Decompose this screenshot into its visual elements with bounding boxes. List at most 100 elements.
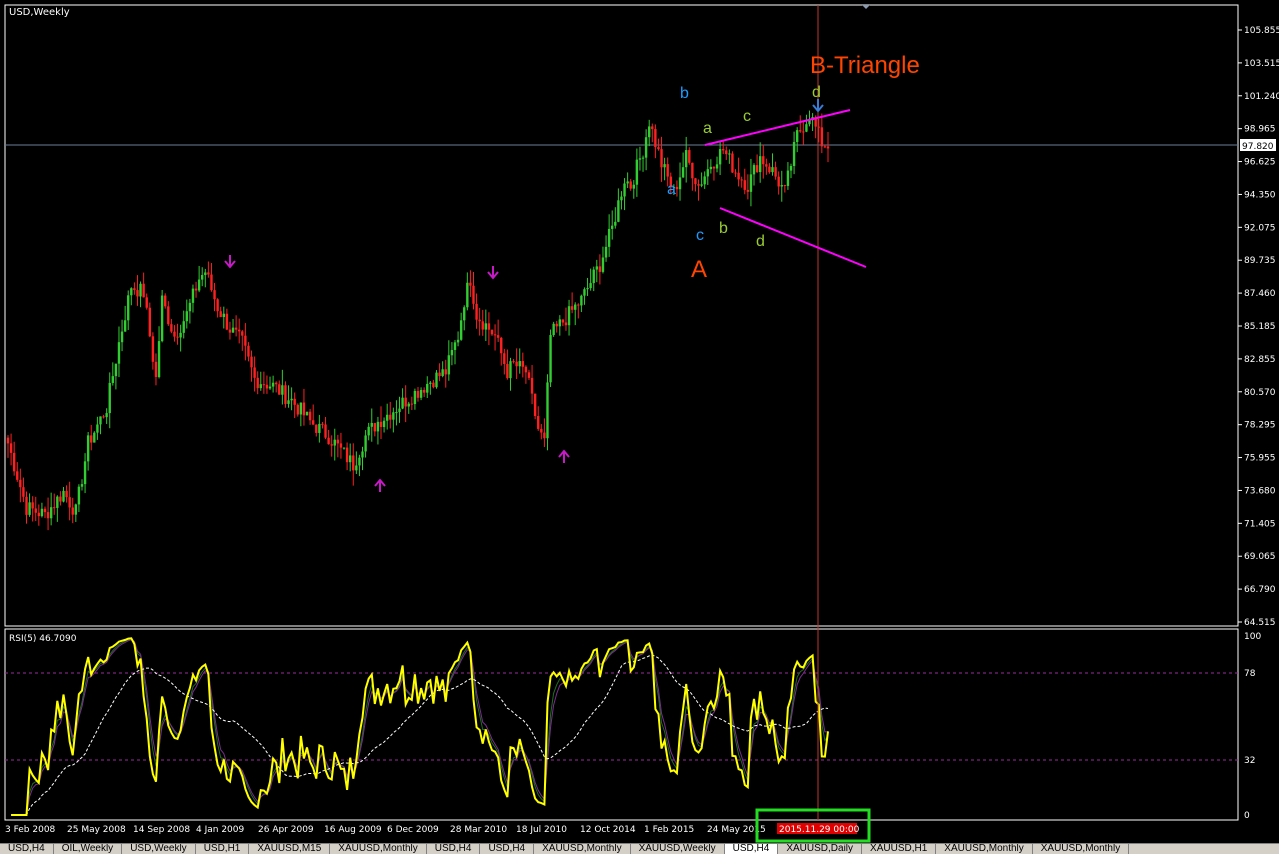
candle-body [281, 385, 284, 395]
candle-body [583, 289, 586, 296]
candle-body [80, 484, 84, 487]
candle-body [805, 124, 808, 132]
candle-body [549, 335, 552, 383]
candle-body [234, 327, 238, 330]
candle-body [367, 426, 370, 436]
candle-body [574, 304, 577, 310]
candle-body [426, 383, 429, 393]
candle-body [182, 321, 185, 333]
chart-background [0, 0, 1279, 853]
rsi-tick-label: 0 [1244, 811, 1250, 821]
candle-body [74, 504, 78, 515]
candle-body [12, 452, 16, 472]
candle-body [361, 451, 364, 458]
candle-body [743, 180, 746, 190]
candle-body [684, 150, 688, 168]
price-tick-label: 89.735 [1244, 256, 1276, 266]
candle-body [231, 327, 235, 333]
candle-body [537, 416, 540, 429]
candle-body [188, 302, 192, 312]
candle-body [305, 411, 309, 416]
candle-body [191, 288, 195, 303]
candle-body [111, 376, 115, 383]
candle-body [355, 465, 358, 471]
candle-body [478, 319, 481, 322]
candle-body [691, 162, 694, 179]
candle-body [441, 369, 444, 377]
candle-body [706, 169, 709, 177]
candle-body [83, 461, 87, 485]
wave-label: a [703, 120, 712, 137]
rsi-tick-label: 32 [1244, 756, 1255, 766]
candle-body [43, 508, 47, 513]
candle-body [493, 334, 497, 336]
candle-body [463, 307, 466, 321]
rsi-tick-label: 78 [1244, 669, 1256, 679]
candle-body [145, 297, 148, 308]
candle-body [321, 423, 324, 425]
candle-body [167, 306, 170, 325]
candle-body [185, 311, 188, 322]
candle-body [278, 384, 281, 395]
candle-body [740, 179, 743, 181]
candle-body [540, 428, 543, 433]
candle-body [71, 507, 74, 515]
candle-body [614, 221, 617, 226]
candle-body [284, 385, 287, 404]
candle-body [204, 272, 207, 276]
candle-body [595, 266, 598, 270]
candle-body [503, 353, 506, 365]
candle-body [450, 349, 454, 356]
candle-body [678, 177, 682, 190]
candle-body [401, 397, 404, 409]
candle-body [490, 329, 494, 335]
price-tick-label: 96.625 [1244, 158, 1276, 168]
candle-body [435, 372, 438, 388]
candle-body [31, 502, 34, 509]
candle-body [207, 272, 210, 275]
candle-body [268, 386, 272, 389]
candle-body [419, 389, 423, 398]
candle-body [718, 149, 722, 165]
candle-body [721, 149, 725, 151]
price-tick-label: 85.185 [1244, 322, 1276, 332]
candle-body [296, 404, 299, 415]
time-tick-label: 3 Feb 2008 [5, 825, 56, 835]
triangle-title: B-Triangle [810, 52, 920, 79]
candle-body [580, 295, 583, 306]
candle-body [709, 166, 713, 170]
candle-body [466, 282, 469, 308]
candle-body [139, 283, 142, 297]
candle-body [765, 164, 768, 167]
candle-body [604, 246, 608, 258]
candle-body [444, 369, 447, 375]
candle-body [265, 384, 269, 389]
candle-body [789, 165, 793, 171]
candle-body [99, 416, 102, 425]
candle-body [345, 447, 349, 463]
candle-body [762, 156, 765, 165]
candle-body [271, 382, 275, 387]
candle-body [681, 167, 685, 178]
candle-body [179, 332, 182, 338]
candle-body [500, 337, 503, 354]
candle-body [802, 131, 805, 133]
candle-body [333, 439, 336, 446]
candle-body [456, 339, 460, 343]
candle-body [422, 389, 426, 393]
candle-body [77, 486, 81, 505]
candle-body [339, 443, 343, 448]
candle-body [469, 282, 472, 286]
candle-body [259, 384, 262, 389]
candle-body [598, 266, 602, 272]
candle-body [660, 149, 663, 168]
candle-body [395, 412, 398, 414]
time-tick-label: 18 Jul 2010 [516, 825, 567, 835]
candle-body [154, 361, 158, 378]
candle-body [715, 164, 719, 169]
time-tick-label: 26 Apr 2009 [258, 825, 314, 835]
candle-body [459, 320, 463, 340]
candle-body [173, 331, 176, 337]
price-chart[interactable]: USD,Weekly RSI(5) 46.7090 105.855 103.515… [0, 0, 1279, 853]
candle-body [170, 324, 173, 332]
